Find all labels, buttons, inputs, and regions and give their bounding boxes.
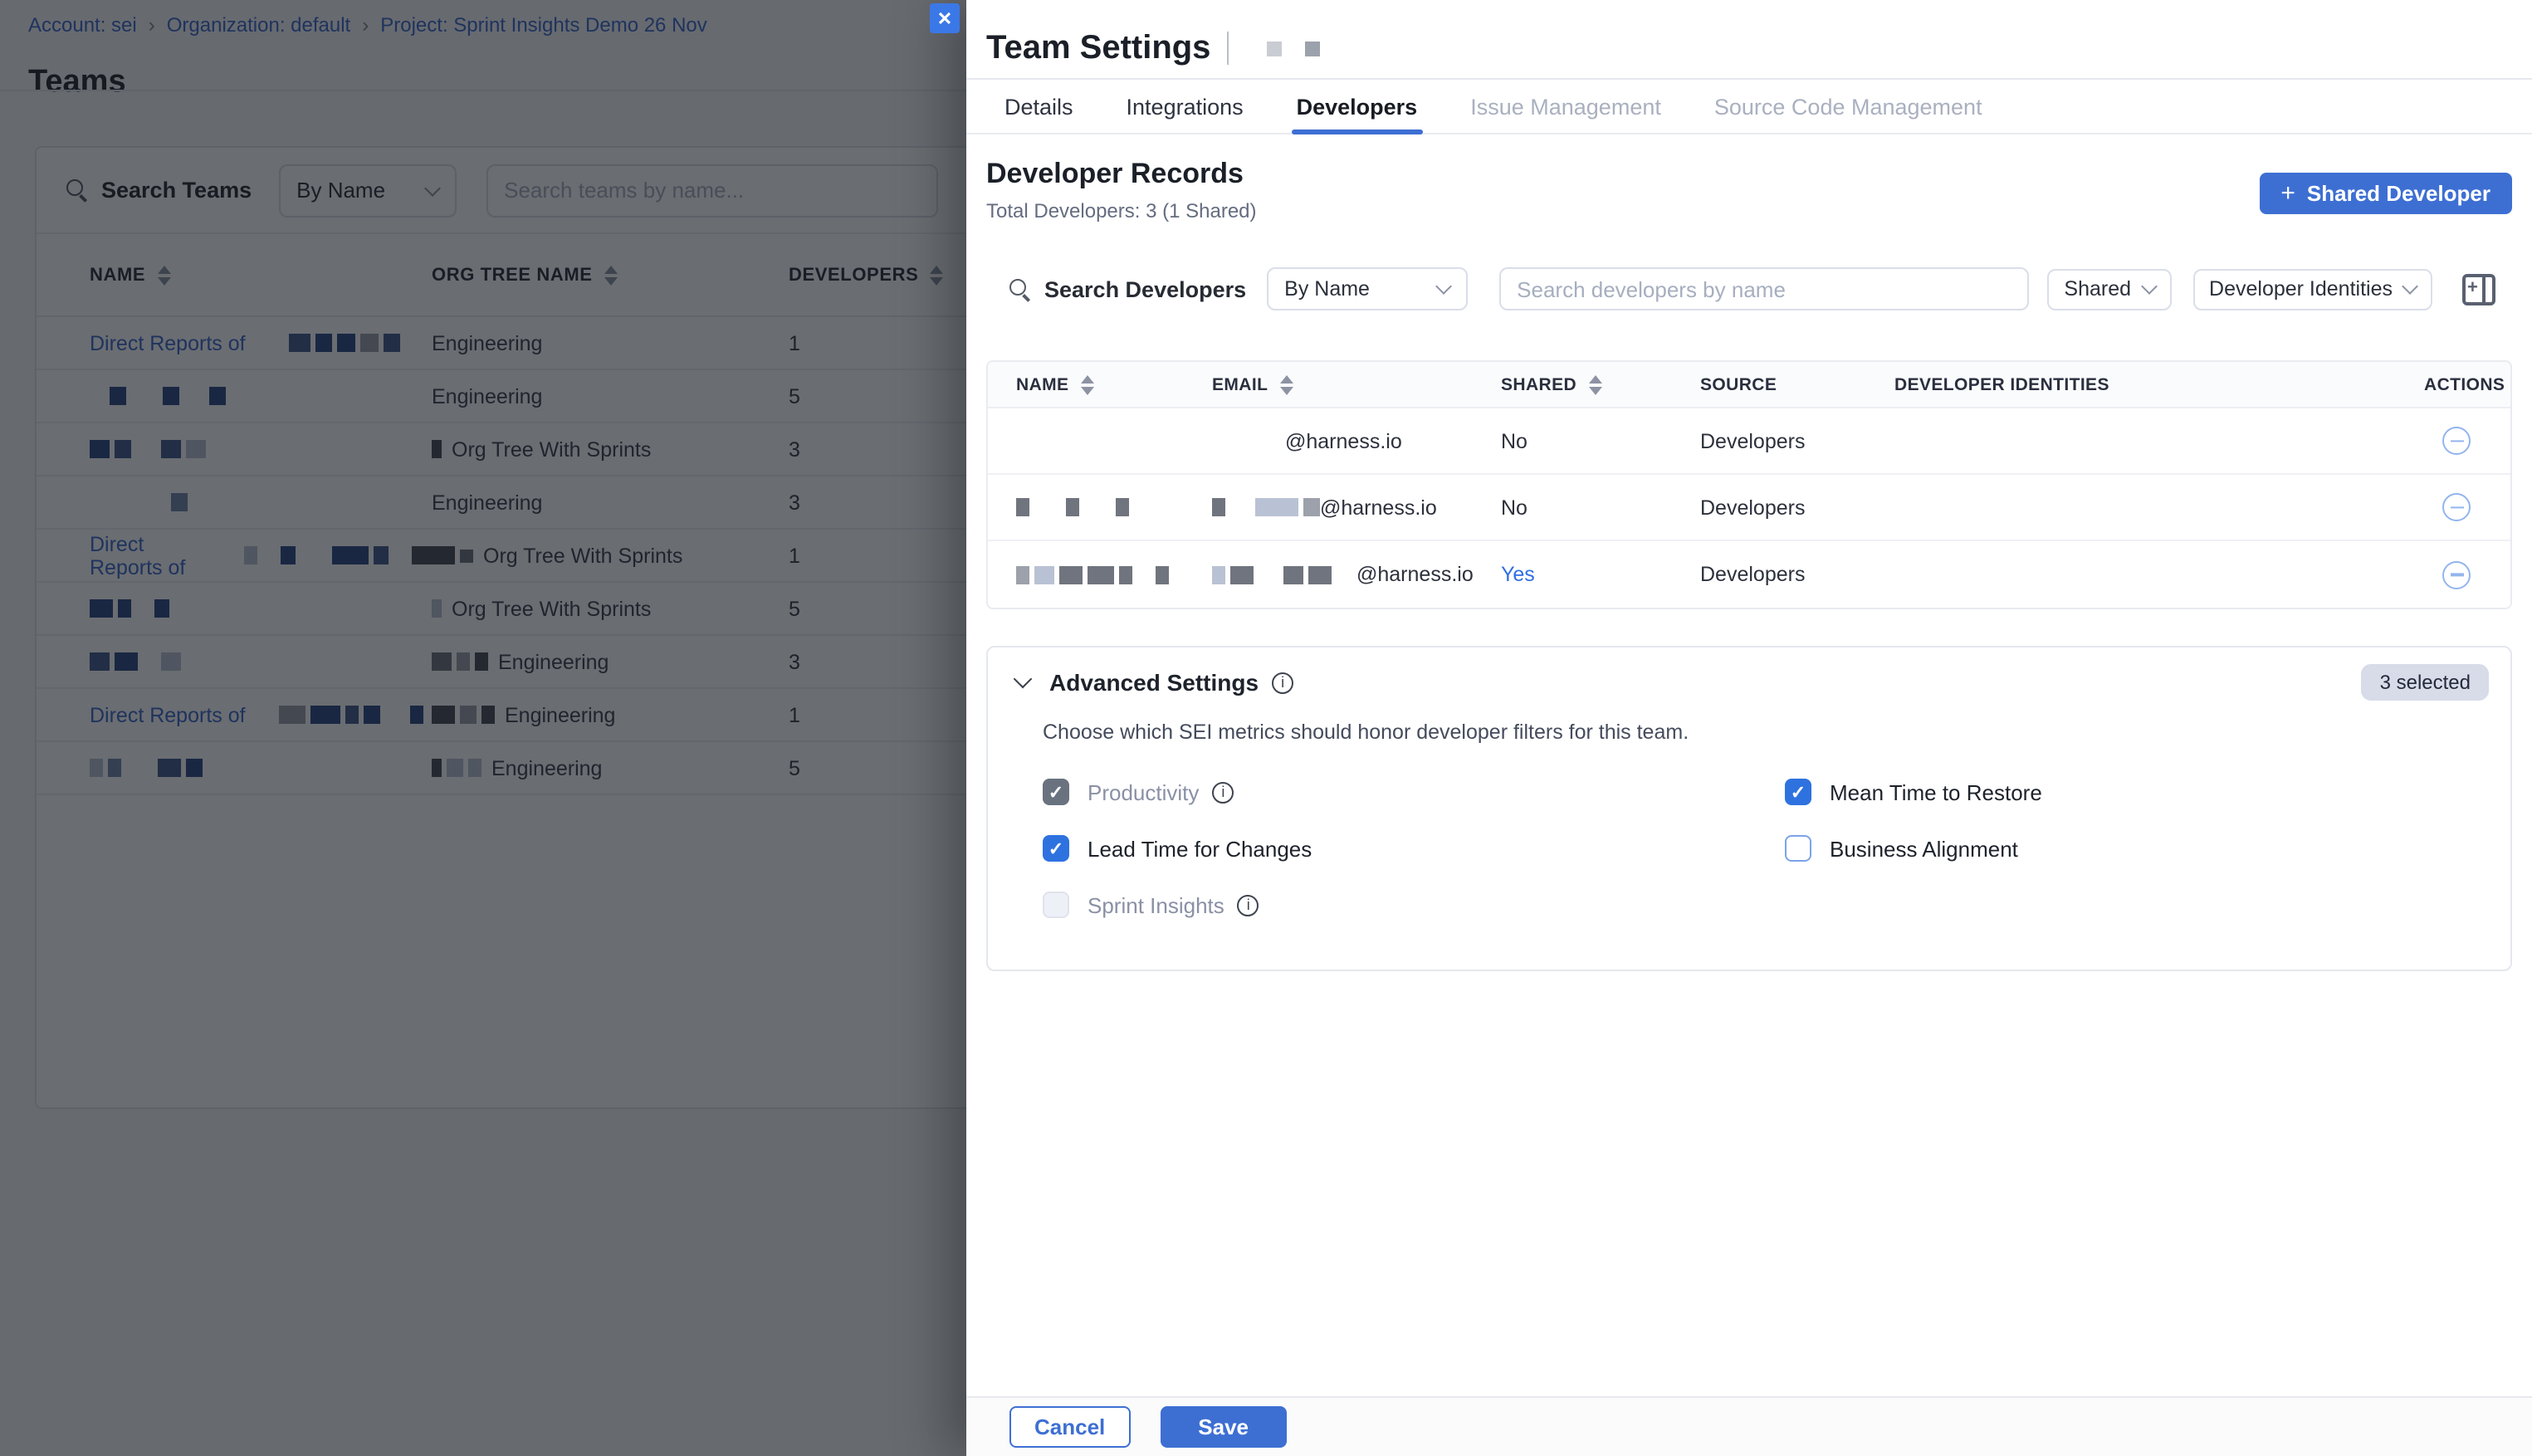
col-actions: ACTIONS <box>2424 374 2505 394</box>
chevron-down-icon <box>2140 278 2157 295</box>
shared-filter-label: Shared <box>2064 277 2131 300</box>
source-value: Developers <box>1700 563 1894 586</box>
developer-row[interactable]: @harness.io No Developers <box>988 475 2510 541</box>
developers-table: NAME EMAIL SHARED SOURCE DEVELOPER IDENT… <box>986 360 2512 609</box>
shared-filter-dropdown[interactable]: Shared <box>2047 268 2171 310</box>
drawer-header: Team Settings <box>966 0 2532 80</box>
source-value: Developers <box>1700 429 1894 452</box>
developer-identities-label: Developer Identities <box>2209 277 2393 300</box>
tab-integrations[interactable]: Integrations <box>1127 80 1244 133</box>
developers-filter-value: By Name <box>1284 277 1370 300</box>
redacted-text <box>1016 565 1169 584</box>
metric-label: Lead Time for Changes <box>1088 836 1312 861</box>
tab-issue-management[interactable]: Issue Management <box>1470 80 1661 133</box>
drawer-body: Developer Records Total Developers: 3 (1… <box>966 136 2532 1396</box>
team-settings-drawer: Team Settings Details Integrations Devel… <box>966 0 2532 1456</box>
redacted-text <box>1212 565 1356 584</box>
metric-label: Business Alignment <box>1830 836 2018 861</box>
redacted-text <box>1016 498 1129 516</box>
col-source: SOURCE <box>1700 374 1777 394</box>
developers-filter-select[interactable]: By Name <box>1266 267 1467 310</box>
save-button[interactable]: Save <box>1160 1406 1287 1448</box>
plus-icon: + <box>2467 278 2478 298</box>
sort-icon[interactable] <box>1588 374 1601 394</box>
developer-row[interactable]: @harness.io Yes Developers <box>988 541 2510 608</box>
source-value: Developers <box>1700 496 1894 519</box>
metric-option-business-alignment[interactable]: Business Alignment <box>1785 835 2482 862</box>
developer-row[interactable]: @harness.io No Developers <box>988 408 2510 475</box>
chevron-down-icon <box>2402 278 2418 295</box>
advanced-settings-description: Choose which SEI metrics should honor de… <box>1043 721 2482 744</box>
add-column-icon[interactable]: + <box>2462 273 2495 305</box>
checkbox-checked-icon[interactable] <box>1043 835 1069 862</box>
col-shared[interactable]: SHARED <box>1501 374 1576 394</box>
metric-option-sprint-insights[interactable]: Sprint Insights i <box>1043 892 1785 918</box>
info-icon[interactable]: i <box>1212 781 1234 803</box>
advanced-settings-title: Advanced Settings <box>1049 669 1259 696</box>
redacted-text <box>1212 498 1320 516</box>
checkbox-unchecked-disabled-icon[interactable] <box>1043 892 1069 918</box>
col-name[interactable]: NAME <box>1016 374 1068 394</box>
shared-value: Yes <box>1501 563 1700 586</box>
redacted-team-name <box>1305 41 1320 56</box>
remove-developer-icon[interactable] <box>2442 427 2471 455</box>
col-developer-identities: DEVELOPER IDENTITIES <box>1894 374 2109 394</box>
metric-label: Sprint Insights <box>1088 892 1224 917</box>
search-icon <box>1009 278 1031 300</box>
chevron-down-icon <box>1435 278 1451 295</box>
chevron-down-icon[interactable] <box>1014 670 1033 689</box>
developer-identities-dropdown[interactable]: Developer Identities <box>2192 268 2432 310</box>
plus-icon: + <box>2280 181 2295 206</box>
shared-value: No <box>1501 496 1700 519</box>
email-domain: @harness.io <box>1285 429 1402 452</box>
add-shared-developer-button[interactable]: + Shared Developer <box>2259 173 2512 214</box>
developers-table-header: NAME EMAIL SHARED SOURCE DEVELOPER IDENT… <box>988 362 2510 408</box>
advanced-settings-panel: Advanced Settings i 3 selected Choose wh… <box>986 646 2512 971</box>
developers-search-input[interactable] <box>1498 267 2028 310</box>
drawer-footer: Cancel Save <box>966 1396 2532 1456</box>
info-icon[interactable]: i <box>1238 894 1259 916</box>
app-root: Account: sei › Organization: default › P… <box>0 0 2532 1456</box>
metric-label: Productivity <box>1088 779 1199 804</box>
cancel-button[interactable]: Cancel <box>1009 1406 1130 1448</box>
checkbox-checked-icon[interactable] <box>1785 779 1811 805</box>
close-icon[interactable]: ✕ <box>930 3 960 33</box>
settings-tabs: Details Integrations Developers Issue Ma… <box>966 80 2532 134</box>
title-divider <box>1227 32 1229 65</box>
metrics-options-grid: Productivity i Lead Time for Changes Spr… <box>1043 764 2482 933</box>
email-domain: @harness.io <box>1356 563 1474 586</box>
checkbox-unchecked-icon[interactable] <box>1785 835 1811 862</box>
add-shared-developer-label: Shared Developer <box>2307 181 2490 206</box>
email-domain: @harness.io <box>1320 496 1437 519</box>
redacted-team-name <box>1267 41 1282 56</box>
metric-option-mean-time-to-restore[interactable]: Mean Time to Restore <box>1785 779 2482 805</box>
tab-details[interactable]: Details <box>1004 80 1073 133</box>
sort-icon[interactable] <box>1279 374 1293 394</box>
remove-developer-icon[interactable] <box>2442 560 2471 589</box>
remove-developer-icon[interactable] <box>2442 493 2471 521</box>
search-developers-label: Search Developers <box>1044 276 1246 301</box>
metric-label: Mean Time to Restore <box>1830 779 2042 804</box>
developers-toolbar: Search Developers By Name Shared Develop… <box>986 267 2512 310</box>
tab-source-code-management[interactable]: Source Code Management <box>1714 80 1982 133</box>
checkbox-checked-disabled-icon[interactable] <box>1043 779 1069 805</box>
shared-value: No <box>1501 429 1700 452</box>
info-icon[interactable]: i <box>1272 672 1293 693</box>
sort-icon[interactable] <box>1080 374 1093 394</box>
tab-developers[interactable]: Developers <box>1297 80 1418 133</box>
drawer-title: Team Settings <box>986 29 1210 67</box>
col-email[interactable]: EMAIL <box>1212 374 1268 394</box>
metric-option-lead-time-for-changes[interactable]: Lead Time for Changes <box>1043 835 1785 862</box>
metric-option-productivity[interactable]: Productivity i <box>1043 779 1785 805</box>
advanced-settings-header[interactable]: Advanced Settings i <box>1016 669 2482 696</box>
selected-count-badge: 3 selected <box>2362 664 2489 701</box>
